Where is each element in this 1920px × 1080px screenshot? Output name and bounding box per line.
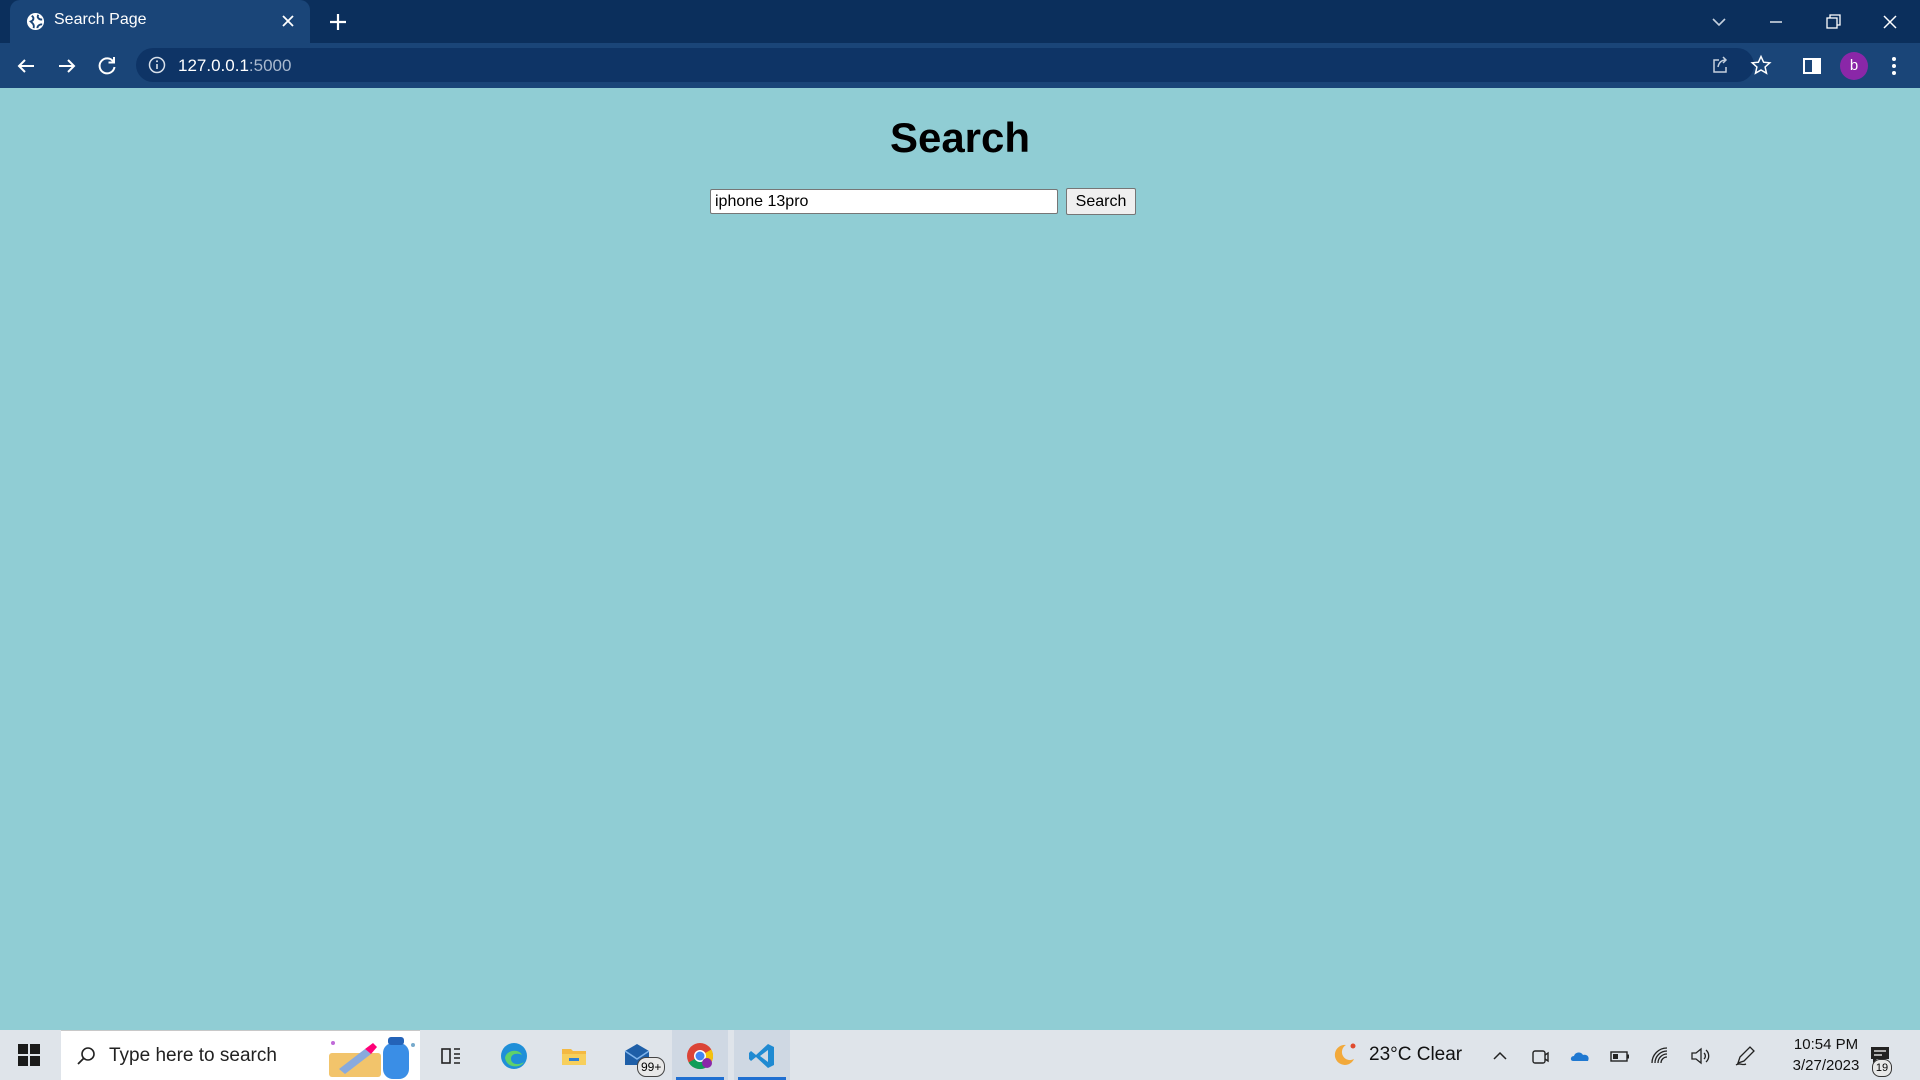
taskbar: Type here to search 99+ 23°C Clear 10:54…	[0, 1030, 1920, 1080]
edge-icon	[501, 1043, 527, 1069]
search-icon	[77, 1047, 95, 1065]
windows-start-icon[interactable]	[17, 1043, 41, 1067]
avatar[interactable]: b	[1840, 52, 1868, 80]
wifi-icon[interactable]	[1649, 1045, 1671, 1067]
page-title: Search	[889, 114, 1031, 161]
kebab-menu-icon[interactable]	[1882, 54, 1906, 78]
meet-now-icon[interactable]	[1529, 1045, 1551, 1067]
back-arrow-icon[interactable]	[14, 54, 38, 78]
chevron-down-icon[interactable]	[1707, 10, 1731, 34]
tab-title: Search Page	[54, 11, 147, 28]
taskbar-mail[interactable]: 99+	[609, 1030, 666, 1080]
close-icon[interactable]	[1878, 10, 1902, 34]
pen-ink-icon[interactable]	[1734, 1045, 1756, 1067]
url-text: 127.0.0.1:5000	[178, 56, 291, 76]
address-bar[interactable]: 127.0.0.1:5000	[136, 48, 1772, 82]
notification-count: 19	[1872, 1059, 1892, 1077]
star-icon[interactable]	[1750, 54, 1772, 76]
minimize-icon[interactable]	[1764, 10, 1788, 34]
taskbar-search-placeholder: Type here to search	[109, 1045, 277, 1066]
search-input[interactable]	[710, 189, 1058, 214]
browser-toolbar: 127.0.0.1:5000 b	[0, 43, 1920, 88]
forward-arrow-icon[interactable]	[55, 54, 79, 78]
reload-icon[interactable]	[95, 54, 119, 78]
url-port: :5000	[248, 56, 292, 75]
browser-tab[interactable]: Search Page	[10, 0, 310, 43]
restore-icon[interactable]	[1821, 10, 1845, 34]
clock-date[interactable]: 3/27/2023	[1766, 1057, 1886, 1074]
close-icon[interactable]	[280, 13, 296, 29]
chrome-icon	[687, 1043, 714, 1070]
taskbar-chrome[interactable]	[672, 1030, 728, 1080]
onedrive-icon[interactable]	[1569, 1045, 1591, 1067]
search-highlight-illustration-icon	[329, 1037, 415, 1079]
plus-icon[interactable]	[327, 11, 349, 33]
weather-text[interactable]: 23°C Clear	[1369, 1044, 1462, 1066]
taskbar-search[interactable]: Type here to search	[61, 1030, 420, 1080]
page-content: Search Search	[0, 88, 1920, 1030]
folder-icon	[562, 1049, 586, 1065]
task-view-icon	[441, 1048, 460, 1064]
search-button[interactable]: Search	[1066, 188, 1136, 215]
speaker-icon[interactable]	[1689, 1045, 1711, 1067]
clock-time[interactable]: 10:54 PM	[1766, 1036, 1886, 1053]
vscode-icon	[749, 1044, 774, 1068]
taskbar-vscode[interactable]	[734, 1030, 790, 1080]
share-icon[interactable]	[1710, 55, 1730, 75]
mail-badge: 99+	[637, 1057, 666, 1077]
taskbar-edge[interactable]	[486, 1030, 542, 1080]
browser-titlebar: Search Page	[0, 0, 1920, 43]
sidepanel-icon[interactable]	[1800, 54, 1824, 78]
globe-icon	[26, 12, 45, 31]
battery-icon[interactable]	[1609, 1045, 1631, 1067]
task-view-button[interactable]	[423, 1030, 479, 1080]
info-icon[interactable]	[148, 56, 166, 74]
url-host: 127.0.0.1	[178, 56, 249, 75]
chevron-up-icon[interactable]	[1489, 1045, 1511, 1067]
taskbar-file-explorer[interactable]	[546, 1030, 602, 1080]
weather-moon-icon[interactable]	[1330, 1042, 1356, 1068]
